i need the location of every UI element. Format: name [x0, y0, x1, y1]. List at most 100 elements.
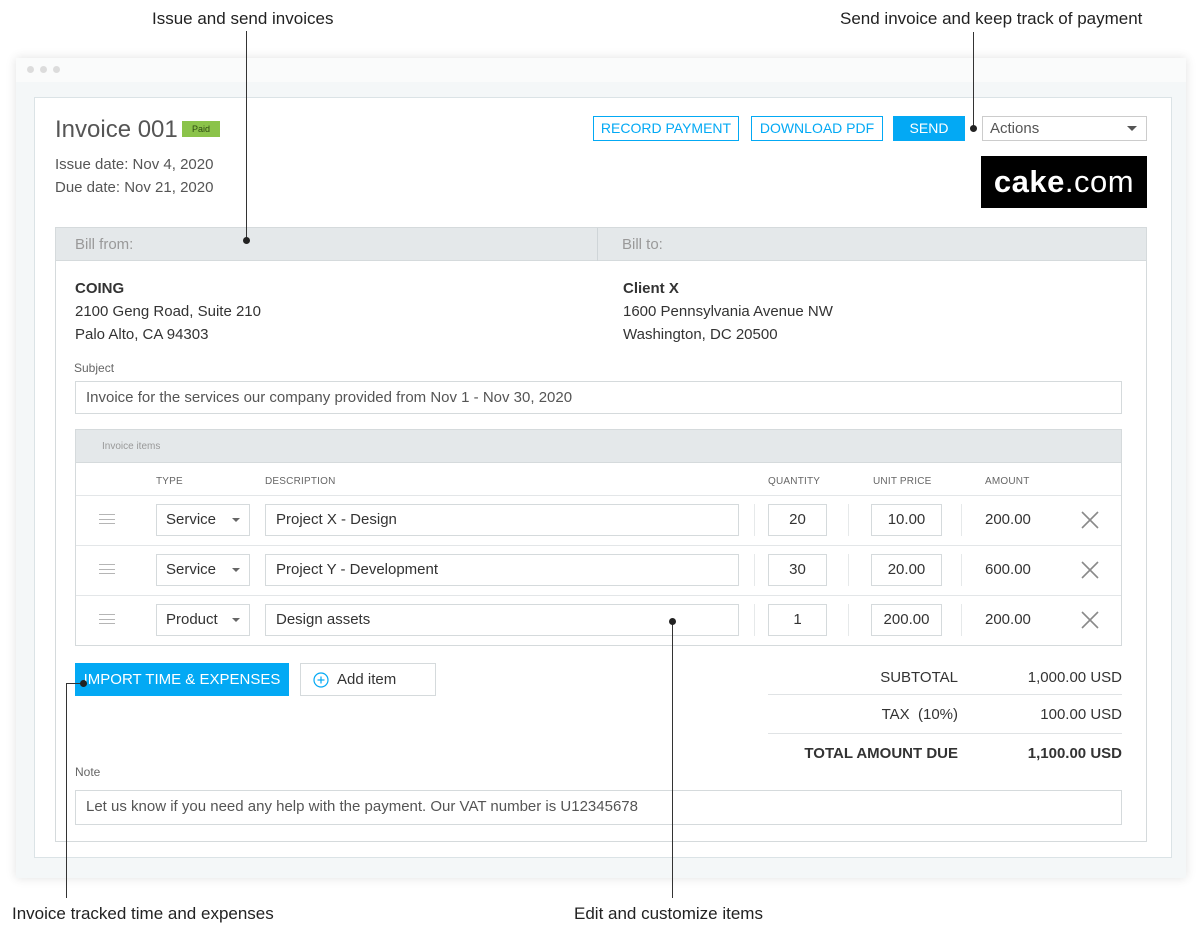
- note-input[interactable]: Let us know if you need any help with th…: [75, 790, 1122, 825]
- window-dot-icon: [40, 66, 47, 73]
- subject-label: Subject: [74, 361, 115, 375]
- callout-leader-line: [66, 683, 67, 898]
- item-description-input[interactable]: Project Y - Development: [265, 554, 739, 586]
- record-payment-button[interactable]: RECORD PAYMENT: [593, 116, 739, 141]
- invoice-items-header: Invoice items: [76, 430, 1121, 463]
- drag-handle-icon[interactable]: [99, 514, 115, 524]
- invoice-panel: Invoice 001 Paid Issue date: Nov 4, 2020…: [34, 97, 1172, 858]
- callout-issue-send: Issue and send invoices: [152, 9, 334, 28]
- plus-circle-icon: [313, 672, 329, 688]
- add-item-button[interactable]: Add item: [300, 663, 436, 696]
- callout-dot-icon: [970, 125, 977, 132]
- bill-from-name: COING: [75, 280, 125, 297]
- download-pdf-button[interactable]: DOWNLOAD PDF: [751, 116, 883, 141]
- column-divider: [848, 554, 849, 586]
- bill-to-name: Client X: [623, 280, 679, 297]
- chevron-down-icon: [232, 618, 240, 622]
- callout-leader-line: [973, 32, 974, 128]
- item-unit-price-input[interactable]: 20.00: [871, 554, 942, 586]
- item-unit-price-input[interactable]: 10.00: [871, 504, 942, 536]
- column-header-amount: AMOUNT: [985, 476, 1030, 487]
- callout-dot-icon: [243, 237, 250, 244]
- callout-edit-items: Edit and customize items: [574, 904, 763, 923]
- item-amount: 600.00: [985, 561, 1031, 578]
- totals-divider: [768, 694, 1122, 695]
- tax-label: TAX (10%): [881, 706, 958, 723]
- import-time-expenses-button[interactable]: IMPORT TIME & EXPENSES: [75, 663, 289, 696]
- callout-leader-line: [672, 622, 673, 898]
- column-header-quantity: QUANTITY: [768, 476, 821, 487]
- send-button[interactable]: SEND: [893, 116, 965, 141]
- item-description-input[interactable]: Design assets: [265, 604, 739, 636]
- bill-from-label: Bill from:: [75, 236, 134, 253]
- company-logo: cake.com: [981, 156, 1147, 208]
- actions-dropdown[interactable]: Actions: [982, 116, 1147, 141]
- item-description-input[interactable]: Project X - Design: [265, 504, 739, 536]
- bill-header: Bill from: Bill to:: [56, 228, 1146, 261]
- callout-dot-icon: [80, 680, 87, 687]
- item-type-value: Service: [166, 511, 217, 528]
- window-dot-icon: [27, 66, 34, 73]
- item-amount: 200.00: [985, 511, 1031, 528]
- subject-input[interactable]: Invoice for the services our company pro…: [75, 381, 1122, 414]
- invoice-title: Invoice 001: [55, 116, 178, 143]
- app-window: Invoice 001 Paid Issue date: Nov 4, 2020…: [16, 58, 1186, 878]
- item-quantity-input[interactable]: 20: [768, 504, 827, 536]
- table-row: Product Design assets 1 200.00 200.00: [76, 595, 1121, 645]
- column-header-type: TYPE: [156, 476, 183, 487]
- total-due-label: TOTAL AMOUNT DUE: [804, 745, 958, 762]
- subtotal-value: 1,000.00 USD: [1027, 669, 1122, 686]
- item-type-value: Product: [166, 611, 218, 628]
- total-due-value: 1,100.00 USD: [1027, 745, 1122, 762]
- table-row: Service Project X - Design 20 10.00 200.…: [76, 495, 1121, 545]
- bill-from-line1: 2100 Geng Road, Suite 210: [75, 303, 261, 320]
- column-divider: [754, 554, 755, 586]
- chevron-down-icon: [232, 568, 240, 572]
- column-divider: [961, 604, 962, 636]
- callout-leader-line: [246, 31, 247, 240]
- bill-to-line1: 1600 Pennsylvania Avenue NW: [623, 303, 833, 320]
- callout-send-track: Send invoice and keep track of payment: [840, 9, 1143, 28]
- item-unit-price-input[interactable]: 200.00: [871, 604, 942, 636]
- column-divider: [848, 604, 849, 636]
- invoice-body: Bill from: Bill to: COING 2100 Geng Road…: [55, 227, 1147, 842]
- totals-divider: [768, 733, 1122, 734]
- bill-to-line2: Washington, DC 20500: [623, 326, 778, 343]
- column-divider: [961, 504, 962, 536]
- item-type-value: Service: [166, 561, 217, 578]
- item-amount: 200.00: [985, 611, 1031, 628]
- callout-dot-icon: [669, 618, 676, 625]
- logo-brand: cake: [993, 164, 1065, 199]
- logo-suffix: .com: [1064, 164, 1135, 199]
- close-icon[interactable]: [1079, 559, 1101, 581]
- bill-to-label: Bill to:: [622, 236, 663, 253]
- subtotal-label: SUBTOTAL: [880, 669, 958, 686]
- close-icon[interactable]: [1079, 509, 1101, 531]
- invoice-items-table: Invoice items TYPE DESCRIPTION QUANTITY …: [75, 429, 1122, 646]
- close-icon[interactable]: [1079, 609, 1101, 631]
- invoice-items-title: Invoice items: [102, 441, 161, 452]
- item-type-select[interactable]: Service: [156, 554, 250, 586]
- column-header-description: DESCRIPTION: [265, 476, 336, 487]
- item-quantity-input[interactable]: 30: [768, 554, 827, 586]
- item-type-select[interactable]: Service: [156, 504, 250, 536]
- column-divider: [961, 554, 962, 586]
- chevron-down-icon: [232, 518, 240, 522]
- table-row: Service Project Y - Development 30 20.00…: [76, 545, 1121, 595]
- drag-handle-icon[interactable]: [99, 564, 115, 574]
- callout-tracked-time: Invoice tracked time and expenses: [12, 904, 274, 923]
- chevron-down-icon: [1127, 126, 1137, 131]
- note-label: Note: [75, 765, 101, 779]
- column-divider: [754, 504, 755, 536]
- actions-dropdown-value: Actions: [990, 120, 1040, 137]
- item-type-select[interactable]: Product: [156, 604, 250, 636]
- item-quantity-input[interactable]: 1: [768, 604, 827, 636]
- bill-header-divider: [597, 228, 598, 261]
- drag-handle-icon[interactable]: [99, 614, 115, 624]
- status-badge: Paid: [182, 121, 220, 137]
- add-item-label: Add item: [337, 671, 397, 688]
- bill-from-line2: Palo Alto, CA 94303: [75, 326, 209, 343]
- column-divider: [754, 604, 755, 636]
- window-title-bar: [16, 58, 1186, 82]
- tax-value: 100.00 USD: [1040, 706, 1122, 723]
